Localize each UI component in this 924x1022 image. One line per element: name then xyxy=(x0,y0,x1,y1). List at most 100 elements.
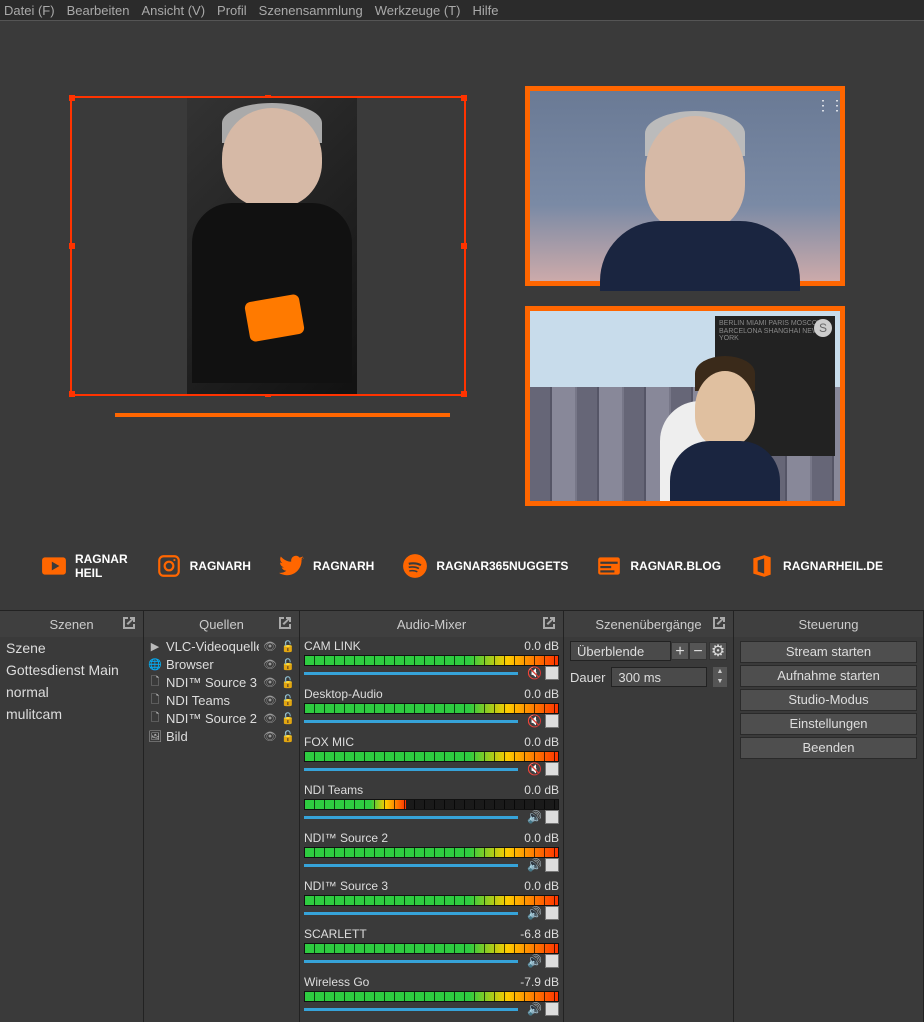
control-button[interactable]: Studio-Modus xyxy=(740,689,917,711)
menu-file[interactable]: Datei (F) xyxy=(4,3,55,18)
control-button[interactable]: Einstellungen xyxy=(740,713,917,735)
channel-settings-icon[interactable] xyxy=(545,858,559,872)
mute-icon[interactable]: 🔇 xyxy=(527,666,542,680)
source-item[interactable]: 🌐Browser👁🔓 xyxy=(144,655,299,673)
popout-icon[interactable] xyxy=(121,615,137,631)
control-button[interactable]: Aufnahme starten xyxy=(740,665,917,687)
source-name: Browser xyxy=(166,657,259,672)
selected-source-box[interactable] xyxy=(70,96,466,396)
mute-icon[interactable]: 🔇 xyxy=(527,762,542,776)
source-name: Bild xyxy=(166,729,259,744)
social-twitter: RAGNARH xyxy=(279,553,374,579)
volume-slider[interactable]: 🔇 xyxy=(304,669,559,677)
scene-item[interactable]: normal xyxy=(0,681,143,703)
social-bar: RAGNAR HEIL RAGNARH RAGNARH RAGNAR365NUG… xyxy=(80,552,844,580)
menu-edit[interactable]: Bearbeiten xyxy=(67,3,130,18)
transition-select[interactable]: Überblende xyxy=(570,641,671,661)
social-label: RAGNAR.BLOG xyxy=(630,559,721,573)
channel-db: 0.0 dB xyxy=(524,879,559,893)
channel-settings-icon[interactable] xyxy=(545,762,559,776)
lock-icon[interactable]: 🔓 xyxy=(281,712,295,725)
volume-slider[interactable]: 🔊 xyxy=(304,813,559,821)
channel-db: -7.9 dB xyxy=(520,975,559,989)
preview-canvas[interactable]: ⋮⋮ BERLIN MIAMI PARIS MOSCOW BARCELONA S… xyxy=(60,81,864,590)
menu-view[interactable]: Ansicht (V) xyxy=(141,3,205,18)
sources-header[interactable]: Quellen xyxy=(144,611,299,637)
visibility-icon[interactable]: 👁 xyxy=(263,712,277,725)
controls-header[interactable]: Steuerung xyxy=(734,611,923,637)
channel-settings-icon[interactable] xyxy=(545,714,559,728)
channel-name: Desktop-Audio xyxy=(304,687,383,701)
popout-icon[interactable] xyxy=(541,615,557,631)
level-meter xyxy=(304,895,559,906)
twitter-icon xyxy=(279,553,305,579)
lock-icon[interactable]: 🔓 xyxy=(281,676,295,689)
preview-thumb-teams[interactable]: ⋮⋮ xyxy=(525,86,845,286)
menu-tools[interactable]: Werkzeuge (T) xyxy=(375,3,461,18)
volume-slider[interactable]: 🔇 xyxy=(304,717,559,725)
scene-item[interactable]: Szene xyxy=(0,637,143,659)
menu-profile[interactable]: Profil xyxy=(217,3,247,18)
transition-add-remove[interactable]: +− xyxy=(671,642,707,660)
duration-input[interactable]: 300 ms xyxy=(611,667,707,687)
source-item[interactable]: 🗋NDI Teams👁🔓 xyxy=(144,691,299,709)
skype-icon: S xyxy=(814,319,832,337)
speaker-icon[interactable]: 🔊 xyxy=(527,810,542,824)
preview-area[interactable]: ⋮⋮ BERLIN MIAMI PARIS MOSCOW BARCELONA S… xyxy=(0,20,924,610)
visibility-icon[interactable]: 👁 xyxy=(263,658,277,671)
scene-item[interactable]: mulitcam xyxy=(0,703,143,725)
menu-scenes[interactable]: Szenensammlung xyxy=(259,3,363,18)
transitions-header[interactable]: Szenenübergänge xyxy=(564,611,733,637)
lock-icon[interactable]: 🔓 xyxy=(281,730,295,743)
volume-slider[interactable]: 🔊 xyxy=(304,909,559,917)
channel-name: NDI™ Source 3 xyxy=(304,879,388,893)
control-button[interactable]: Beenden xyxy=(740,737,917,759)
volume-slider[interactable]: 🔊 xyxy=(304,957,559,965)
menu-bar: Datei (F) Bearbeiten Ansicht (V) Profil … xyxy=(0,0,924,20)
source-item[interactable]: ▶VLC-Videoquelle👁🔓 xyxy=(144,637,299,655)
source-item[interactable]: 🖼Bild👁🔓 xyxy=(144,727,299,745)
scenes-header[interactable]: Szenen xyxy=(0,611,143,637)
source-item[interactable]: 🗋NDI™ Source 3👁🔓 xyxy=(144,673,299,691)
mixer-channel: Wireless Go-7.9 dB🔊 xyxy=(300,973,563,1021)
duration-label: Dauer xyxy=(570,670,605,685)
channel-settings-icon[interactable] xyxy=(545,954,559,968)
volume-slider[interactable]: 🔇 xyxy=(304,765,559,773)
source-type-icon: ▶ xyxy=(148,640,162,653)
lock-icon[interactable]: 🔓 xyxy=(281,694,295,707)
control-button[interactable]: Stream starten xyxy=(740,641,917,663)
scene-item[interactable]: Gottesdienst Main xyxy=(0,659,143,681)
speaker-icon[interactable]: 🔊 xyxy=(527,1002,542,1016)
scenes-dock: Szenen SzeneGottesdienst Mainnormalmulit… xyxy=(0,611,144,1022)
level-meter xyxy=(304,703,559,714)
visibility-icon[interactable]: 👁 xyxy=(263,694,277,707)
menu-help[interactable]: Hilfe xyxy=(472,3,498,18)
lock-icon[interactable]: 🔓 xyxy=(281,658,295,671)
channel-settings-icon[interactable] xyxy=(545,666,559,680)
spotify-icon xyxy=(402,553,428,579)
mixer-channel: NDI Teams0.0 dB🔊 xyxy=(300,781,563,829)
popout-icon[interactable] xyxy=(277,615,293,631)
mixer-header[interactable]: Audio-Mixer xyxy=(300,611,563,637)
lock-icon[interactable]: 🔓 xyxy=(281,640,295,653)
visibility-icon[interactable]: 👁 xyxy=(263,676,277,689)
social-blog: RAGNAR.BLOG xyxy=(596,553,721,579)
visibility-icon[interactable]: 👁 xyxy=(263,640,277,653)
duration-stepper[interactable]: ▲▼ xyxy=(713,667,727,687)
popout-icon[interactable] xyxy=(711,615,727,631)
channel-settings-icon[interactable] xyxy=(545,1002,559,1016)
speaker-icon[interactable]: 🔊 xyxy=(527,858,542,872)
volume-slider[interactable]: 🔊 xyxy=(304,861,559,869)
channel-settings-icon[interactable] xyxy=(545,906,559,920)
source-item[interactable]: 🗋NDI™ Source 2👁🔓 xyxy=(144,709,299,727)
preview-thumb-skype[interactable]: BERLIN MIAMI PARIS MOSCOW BARCELONA SHAN… xyxy=(525,306,845,506)
social-youtube: RAGNAR HEIL xyxy=(41,552,128,580)
volume-slider[interactable]: 🔊 xyxy=(304,1005,559,1013)
visibility-icon[interactable]: 👁 xyxy=(263,730,277,743)
speaker-icon[interactable]: 🔊 xyxy=(527,954,542,968)
transition-settings[interactable]: ⚙ xyxy=(709,642,727,660)
channel-settings-icon[interactable] xyxy=(545,810,559,824)
speaker-icon[interactable]: 🔊 xyxy=(527,906,542,920)
mute-icon[interactable]: 🔇 xyxy=(527,714,542,728)
office-icon xyxy=(749,553,775,579)
